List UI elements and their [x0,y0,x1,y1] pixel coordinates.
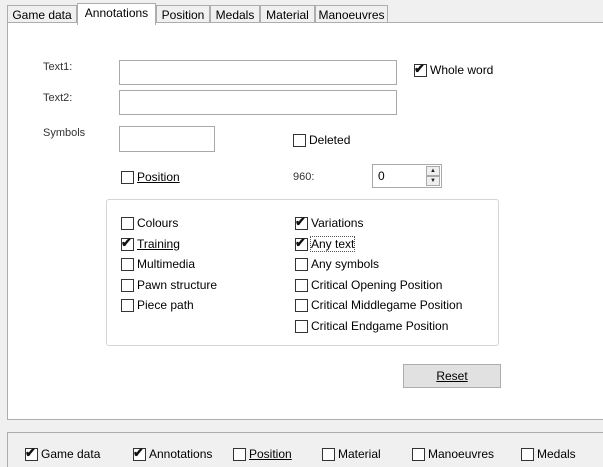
colours-label: Colours [137,216,179,230]
tab-label: Game data [12,8,72,22]
position-checkbox[interactable]: Position [121,169,180,185]
colours-checkbox[interactable]: Colours [121,215,178,231]
check-icon: ✔ [25,444,36,460]
checkbox-box: ✔ [295,234,308,251]
reset-button-label: Reset [436,369,468,383]
scope-manoeuvres-label: Manoeuvres [428,447,495,461]
search-scope-bar: ✔ Game data ✔ Annotations Position Mater… [7,432,603,467]
any-symbols-label: Any symbols [311,257,380,271]
critical-opening-label: Critical Opening Position [311,278,443,292]
scope-position-checkbox[interactable]: Position [233,446,292,462]
checkbox-box [121,298,134,312]
scope-game-data-label: Game data [41,447,101,461]
check-icon: ✔ [295,234,306,250]
tab-label: Manoeuvres [318,8,385,22]
spin-buttons: ▲ ▼ [426,166,440,186]
chess960-label: 960: [293,171,315,183]
critical-middlegame-checkbox[interactable]: Critical Middlegame Position [295,297,462,313]
training-checkbox[interactable]: ✔ Training [121,234,180,252]
check-icon: ✔ [121,234,132,250]
scope-medals-label: Medals [537,447,576,461]
critical-endgame-checkbox[interactable]: Critical Endgame Position [295,318,448,334]
reset-button[interactable]: Reset [403,364,501,388]
text1-field[interactable] [119,60,397,85]
scope-annotations-label: Annotations [149,447,213,461]
scope-material-label: Material [338,447,381,461]
piece-path-checkbox[interactable]: Piece path [121,297,194,313]
any-symbols-checkbox[interactable]: Any symbols [295,256,379,272]
checkbox-box: ✔ [414,60,427,77]
checkbox-box [121,216,134,230]
tab-label: Material [266,8,309,22]
pawn-structure-label: Pawn structure [137,278,218,292]
variations-label: Variations [311,216,364,230]
multimedia-label: Multimedia [137,257,196,271]
tab-label: Position [161,8,205,22]
checkbox-box [293,133,306,147]
annotation-types-group: Colours ✔ Training Multimedia Pawn struc… [106,199,499,346]
whole-word-label: Whole word [430,63,494,77]
checkbox-box [121,170,134,184]
piece-path-label: Piece path [137,298,194,312]
chess960-spinner[interactable]: 0 ▲ ▼ [372,164,442,188]
checkbox-box [295,278,308,292]
checkbox-box: ✔ [121,234,134,251]
text2-field[interactable] [119,90,397,115]
scope-game-data-checkbox[interactable]: ✔ Game data [25,444,101,462]
scope-material-checkbox[interactable]: Material [322,446,381,462]
variations-checkbox[interactable]: ✔ Variations [295,213,364,231]
checkbox-box [322,447,335,461]
whole-word-checkbox[interactable]: ✔ Whole word [414,60,494,78]
check-icon: ✔ [133,444,144,460]
checkbox-box [295,298,308,312]
checkbox-box: ✔ [295,213,308,230]
deleted-label: Deleted [309,133,351,147]
checkbox-box [412,447,425,461]
checkbox-box [121,257,134,271]
scope-position-label: Position [249,447,292,461]
tab-label: Annotations [84,6,149,20]
any-text-label: Any text [309,236,356,252]
checkbox-box [121,278,134,292]
check-icon: ✔ [414,60,425,76]
training-label: Training [137,237,180,251]
position-label: Position [137,170,180,184]
check-icon: ✔ [295,213,306,229]
deleted-checkbox[interactable]: Deleted [293,132,350,148]
text1-label: Text1: [43,61,73,73]
scope-medals-checkbox[interactable]: Medals [521,446,576,462]
chess960-value: 0 [378,169,385,183]
critical-endgame-label: Critical Endgame Position [311,319,449,333]
text2-label: Text2: [43,92,73,104]
spin-up-icon[interactable]: ▲ [426,166,440,176]
pawn-structure-checkbox[interactable]: Pawn structure [121,277,217,293]
spin-down-icon[interactable]: ▼ [426,176,440,186]
critical-opening-checkbox[interactable]: Critical Opening Position [295,277,442,293]
checkbox-box [295,319,308,333]
symbols-field[interactable] [119,126,215,152]
tab-label: Medals [215,8,255,22]
symbols-label: Symbols [43,127,86,139]
scope-manoeuvres-checkbox[interactable]: Manoeuvres [412,446,494,462]
checkbox-box: ✔ [25,444,38,461]
checkbox-box [233,447,246,461]
checkbox-box: ✔ [133,444,146,461]
critical-middlegame-label: Critical Middlegame Position [311,298,463,312]
checkbox-box [295,257,308,271]
annotations-panel: Text1: Text2: Symbols ✔ Whole word Delet… [7,22,603,420]
scope-annotations-checkbox[interactable]: ✔ Annotations [133,444,213,462]
checkbox-box [521,447,534,461]
any-text-checkbox[interactable]: ✔ Any text [295,234,356,252]
tab-annotations[interactable]: Annotations [77,3,156,25]
multimedia-checkbox[interactable]: Multimedia [121,256,195,272]
